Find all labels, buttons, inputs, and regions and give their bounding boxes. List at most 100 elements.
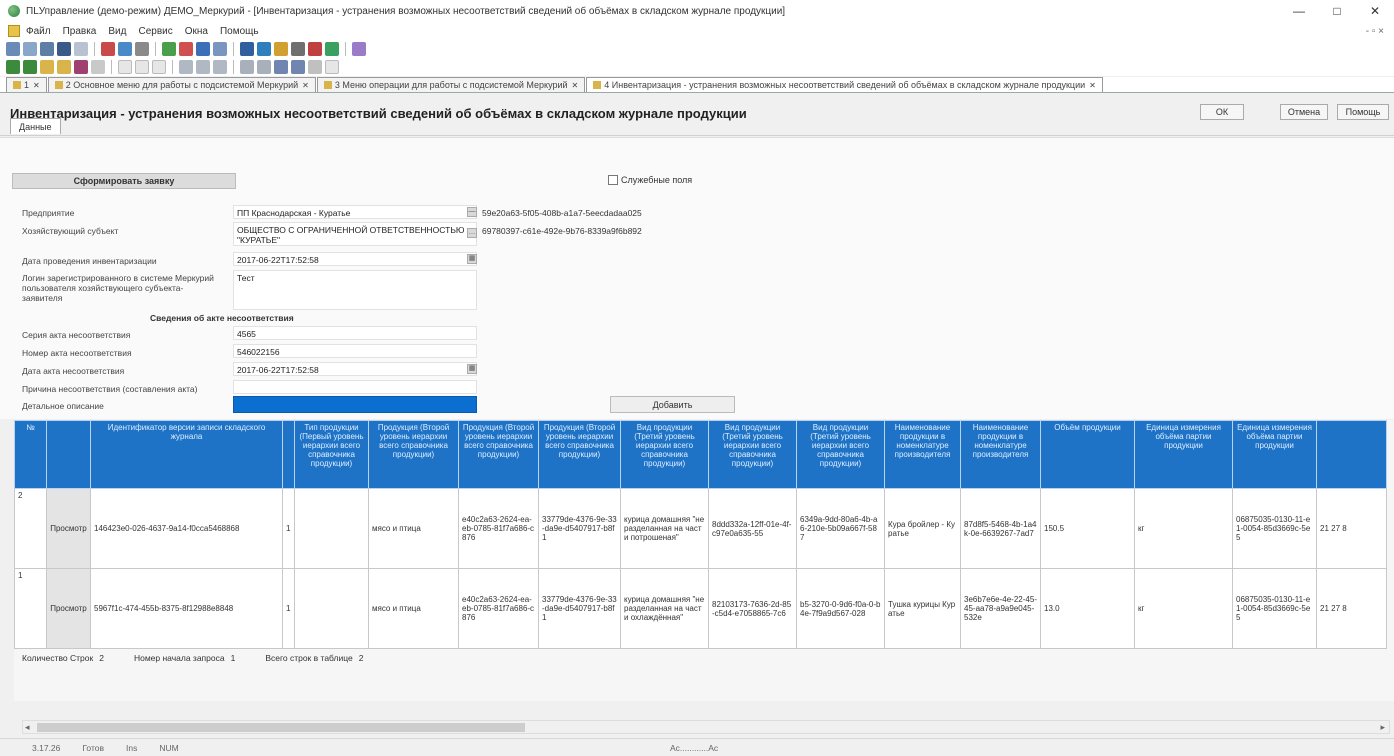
close-icon[interactable]: ✕ bbox=[302, 81, 309, 90]
business-entity-picker-icon[interactable]: … bbox=[467, 228, 477, 238]
service-fields-checkbox[interactable]: Служебные поля bbox=[608, 175, 692, 185]
close-icon[interactable]: ✕ bbox=[1089, 81, 1096, 90]
edit-icon[interactable] bbox=[196, 42, 210, 56]
report-icon[interactable] bbox=[308, 42, 322, 56]
ok-button[interactable]: ОК bbox=[1200, 104, 1244, 120]
close-icon[interactable]: ✕ bbox=[572, 81, 579, 90]
export-icon[interactable] bbox=[325, 42, 339, 56]
record-id-cell[interactable]: 5967f1c-474-455b-8375-8f12988e8848 bbox=[90, 568, 283, 649]
col-header-extra[interactable] bbox=[1316, 420, 1387, 489]
blank-icon[interactable] bbox=[91, 60, 105, 74]
table-row[interactable]: 1 Просмотр 5967f1c-474-455b-8375-8f12988… bbox=[14, 568, 1387, 649]
col-header-product-type[interactable]: Тип продукции (Первый уровень иерархии в… bbox=[294, 420, 369, 489]
col-header-record-id[interactable]: Идентификатор версии записи складского ж… bbox=[90, 420, 283, 489]
maximize-button[interactable]: □ bbox=[1318, 0, 1356, 22]
add-icon[interactable] bbox=[162, 42, 176, 56]
menu-view[interactable]: Вид bbox=[108, 26, 126, 37]
act-number-field[interactable]: 546022156 bbox=[233, 344, 477, 358]
scroll-thumb[interactable] bbox=[37, 723, 525, 732]
product-type-cell[interactable] bbox=[294, 568, 369, 649]
find-next-icon[interactable] bbox=[291, 60, 305, 74]
subproduct-guid-cell[interactable]: 8ddd332a-12ff-01e-4f-c97e0a635-55 bbox=[708, 488, 797, 569]
close-button[interactable]: ✕ bbox=[1356, 0, 1394, 22]
filter-icon[interactable] bbox=[274, 42, 288, 56]
volume-cell[interactable]: 150.5 bbox=[1040, 488, 1135, 569]
extra-cell[interactable]: 21 27 8 bbox=[1316, 568, 1387, 649]
product-guid-cell[interactable]: e40c2a63-2624-ea-eb-0785-81f7a686-c876 bbox=[458, 568, 539, 649]
cut-icon[interactable] bbox=[101, 42, 115, 56]
producer-guid-cell[interactable]: 87d8f5-5468-4b-1a4k-0e-6639267-7ad7 bbox=[960, 488, 1041, 569]
save-icon[interactable] bbox=[40, 42, 54, 56]
checkbox-icon[interactable] bbox=[152, 60, 166, 74]
db-icon[interactable] bbox=[240, 42, 254, 56]
subproduct-guid2-cell[interactable]: b5-3270-0-9d6-f0a-0-b4e-7f9a9d567-028 bbox=[796, 568, 885, 649]
col-header-product-guid[interactable]: Продукция (Второй уровень иерархии всего… bbox=[458, 420, 539, 489]
col-header-producer-guid[interactable]: Наименование продукции в номенклатуре пр… bbox=[960, 420, 1041, 489]
col-header-marker[interactable] bbox=[282, 420, 295, 489]
folder-open-icon[interactable] bbox=[57, 60, 71, 74]
subproduct-guid-cell[interactable]: 82103173-7636-2d-85-c5d4-e7058865-7c6 bbox=[708, 568, 797, 649]
view-button[interactable]: Просмотр bbox=[46, 568, 91, 649]
product-guid-cell[interactable]: e40c2a63-2624-ea-eb-0785-81f7a686-c876 bbox=[458, 488, 539, 569]
col-header-volume[interactable]: Объём продукции bbox=[1040, 420, 1135, 489]
col-header-subproduct-guid2[interactable]: Вид продукции (Третий уровень иерархии в… bbox=[796, 420, 885, 489]
menu-windows[interactable]: Окна bbox=[185, 26, 208, 37]
list-icon[interactable] bbox=[213, 60, 227, 74]
col-header-subproduct[interactable]: Вид продукции (Третий уровень иерархии в… bbox=[620, 420, 709, 489]
unit-guid-cell[interactable]: 06875035-0130-11-e1-0054-85d3669c-5e5 bbox=[1232, 488, 1317, 569]
add-button[interactable]: Добавить bbox=[610, 396, 735, 413]
col-header-unit[interactable]: Единица измерения объёма партии продукци… bbox=[1134, 420, 1233, 489]
tree-icon[interactable] bbox=[240, 60, 254, 74]
checkbox-icon[interactable] bbox=[118, 60, 132, 74]
marker-cell[interactable]: 1 bbox=[282, 568, 295, 649]
col-header-subproduct-guid[interactable]: Вид продукции (Третий уровень иерархии в… bbox=[708, 420, 797, 489]
table-icon[interactable] bbox=[196, 60, 210, 74]
col-header-view[interactable] bbox=[46, 420, 91, 489]
tab-main-menu[interactable]: 2 Основное меню для работы с подсистемой… bbox=[47, 77, 316, 92]
act-date-field[interactable]: 2017-06-22T17:52:58 bbox=[233, 362, 477, 376]
producer-name-cell[interactable]: Кура бройлер - Куратье bbox=[884, 488, 961, 569]
col-header-product-guid2[interactable]: Продукция (Второй уровень иерархии всего… bbox=[538, 420, 621, 489]
grid-icon[interactable] bbox=[257, 42, 271, 56]
col-header-unit-guid[interactable]: Единица измерения объёма партии продукци… bbox=[1232, 420, 1317, 489]
unit-guid-cell[interactable]: 06875035-0130-11-e1-0054-85d3669c-5e5 bbox=[1232, 568, 1317, 649]
user-login-field[interactable]: Тест bbox=[233, 270, 477, 310]
col-header-producer-name[interactable]: Наименование продукции в номенклатуре пр… bbox=[884, 420, 961, 489]
refresh-icon[interactable] bbox=[213, 42, 227, 56]
subproduct-guid2-cell[interactable]: 6349a-9dd-80a6-4b-a6-210e-5b09a667f-587 bbox=[796, 488, 885, 569]
producer-name-cell[interactable]: Тушка курицы Куратье bbox=[884, 568, 961, 649]
scroll-left-icon[interactable]: ◂ bbox=[25, 722, 30, 733]
more-icon[interactable] bbox=[308, 60, 322, 74]
horizontal-scrollbar[interactable]: ◂ ▸ bbox=[22, 720, 1390, 734]
col-header-num[interactable]: № bbox=[14, 420, 47, 489]
minimize-button[interactable]: — bbox=[1280, 0, 1318, 22]
menu-file[interactable]: Файл bbox=[26, 26, 51, 37]
dropdown-icon[interactable] bbox=[325, 60, 339, 74]
volume-cell[interactable]: 13.0 bbox=[1040, 568, 1135, 649]
preview-icon[interactable] bbox=[74, 42, 88, 56]
calendar-icon[interactable]: ▦ bbox=[467, 364, 477, 374]
delete-icon[interactable] bbox=[179, 42, 193, 56]
menu-help[interactable]: Помощь bbox=[220, 26, 259, 37]
mdi-window-controls[interactable]: - ▫ × bbox=[1366, 26, 1384, 37]
close-icon[interactable]: ✕ bbox=[33, 81, 40, 90]
product-guid2-cell[interactable]: 33779de-4376-9e-33-da9e-d5407917-b8f1 bbox=[538, 568, 621, 649]
open-icon[interactable] bbox=[23, 42, 37, 56]
view-button[interactable]: Просмотр bbox=[46, 488, 91, 569]
tab-1[interactable]: 1 ✕ bbox=[6, 77, 47, 92]
table-row[interactable]: 2 Просмотр 146423e0-026-4637-9a14-f0cca5… bbox=[14, 488, 1387, 569]
chart-icon[interactable] bbox=[74, 60, 88, 74]
menu-service[interactable]: Сервис bbox=[138, 26, 172, 37]
tab-operations-menu[interactable]: 3 Меню операции для работы с подсистемой… bbox=[316, 77, 586, 92]
new-icon[interactable] bbox=[6, 42, 20, 56]
enterprise-picker-icon[interactable]: — bbox=[467, 207, 477, 217]
enterprise-field[interactable]: ПП Краснодарская - Куратье bbox=[233, 205, 477, 219]
unit-cell[interactable]: кг bbox=[1134, 488, 1233, 569]
tab-inventory[interactable]: 4 Инвентаризация - устранения возможных … bbox=[586, 77, 1103, 92]
subproduct-cell[interactable]: курица домашняя "не разделанная на части… bbox=[620, 488, 709, 569]
act-series-field[interactable]: 4565 bbox=[233, 326, 477, 340]
producer-guid-cell[interactable]: 3e6b7e6e-4e-22-45-45-aa78-a9a9e045-532e bbox=[960, 568, 1041, 649]
business-entity-field[interactable]: ОБЩЕСТВО С ОГРАНИЧЕННОЙ ОТВЕТСТВЕННОСТЬЮ… bbox=[233, 222, 477, 246]
inventory-date-field[interactable]: 2017-06-22T17:52:58 bbox=[233, 252, 477, 266]
product-type-cell[interactable] bbox=[294, 488, 369, 569]
